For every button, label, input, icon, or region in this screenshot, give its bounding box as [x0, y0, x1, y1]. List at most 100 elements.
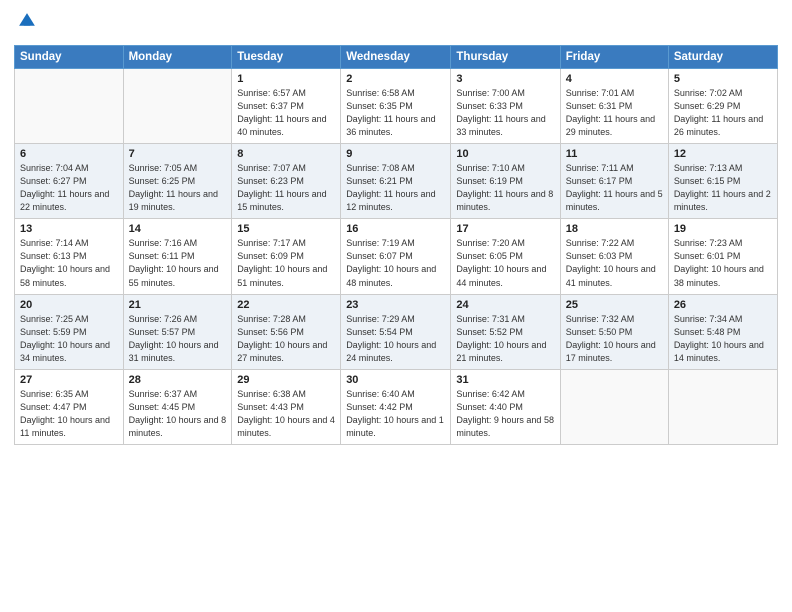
calendar-cell: 27 Sunrise: 6:35 AMSunset: 4:47 PMDayligh… — [15, 369, 124, 444]
calendar-cell: 14 Sunrise: 7:16 AMSunset: 6:11 PMDayligh… — [123, 219, 232, 294]
cell-content: Sunrise: 7:29 AMSunset: 5:54 PMDaylight:… — [346, 313, 445, 365]
cell-content: Sunrise: 7:20 AMSunset: 6:05 PMDaylight:… — [456, 237, 554, 289]
calendar-cell: 1 Sunrise: 6:57 AMSunset: 6:37 PMDaylight… — [232, 69, 341, 144]
day-number: 27 — [20, 374, 118, 386]
weekday-header: Thursday — [451, 46, 560, 69]
day-number: 13 — [20, 223, 118, 235]
calendar-week-row: 20 Sunrise: 7:25 AMSunset: 5:59 PMDayligh… — [15, 294, 778, 369]
day-number: 16 — [346, 223, 445, 235]
calendar-cell: 21 Sunrise: 7:26 AMSunset: 5:57 PMDayligh… — [123, 294, 232, 369]
calendar-cell: 25Sunrise: 7:32 AMSunset: 5:50 PMDayligh… — [560, 294, 668, 369]
weekday-header: Friday — [560, 46, 668, 69]
calendar-cell: 19 Sunrise: 7:23 AMSunset: 6:01 PMDayligh… — [668, 219, 777, 294]
calendar-cell: 3 Sunrise: 7:00 AMSunset: 6:33 PMDaylight… — [451, 69, 560, 144]
day-number: 5 — [674, 73, 772, 85]
cell-content: Sunrise: 7:14 AMSunset: 6:13 PMDaylight:… — [20, 237, 118, 289]
calendar-week-row: 1 Sunrise: 6:57 AMSunset: 6:37 PMDaylight… — [15, 69, 778, 144]
weekday-header-row: SundayMondayTuesdayWednesdayThursdayFrid… — [15, 46, 778, 69]
calendar-week-row: 27 Sunrise: 6:35 AMSunset: 4:47 PMDayligh… — [15, 369, 778, 444]
calendar-cell: 17 Sunrise: 7:20 AMSunset: 6:05 PMDayligh… — [451, 219, 560, 294]
day-number: 18 — [566, 223, 663, 235]
day-number: 11 — [566, 148, 663, 160]
day-number: 26 — [674, 299, 772, 311]
calendar-cell: 22Sunrise: 7:28 AMSunset: 5:56 PMDayligh… — [232, 294, 341, 369]
calendar-cell: 20 Sunrise: 7:25 AMSunset: 5:59 PMDayligh… — [15, 294, 124, 369]
cell-content: Sunrise: 7:17 AMSunset: 6:09 PMDaylight:… — [237, 237, 335, 289]
calendar-cell: 7 Sunrise: 7:05 AMSunset: 6:25 PMDaylight… — [123, 144, 232, 219]
day-number: 8 — [237, 148, 335, 160]
day-number: 7 — [129, 148, 227, 160]
cell-content: Sunrise: 6:42 AMSunset: 4:40 PMDaylight:… — [456, 388, 554, 440]
cell-content: Sunrise: 6:57 AMSunset: 6:37 PMDaylight:… — [237, 87, 335, 139]
cell-content: Sunrise: 7:07 AMSunset: 6:23 PMDaylight:… — [237, 162, 335, 214]
calendar-cell: 4Sunrise: 7:01 AMSunset: 6:31 PMDaylight… — [560, 69, 668, 144]
cell-content: Sunrise: 7:34 AMSunset: 5:48 PMDaylight:… — [674, 313, 772, 365]
cell-content: Sunrise: 7:19 AMSunset: 6:07 PMDaylight:… — [346, 237, 445, 289]
day-number: 19 — [674, 223, 772, 235]
cell-content: Sunrise: 7:11 AMSunset: 6:17 PMDaylight:… — [566, 162, 663, 214]
calendar-cell: 24Sunrise: 7:31 AMSunset: 5:52 PMDayligh… — [451, 294, 560, 369]
day-number: 17 — [456, 223, 554, 235]
calendar-cell — [15, 69, 124, 144]
day-number: 23 — [346, 299, 445, 311]
calendar-cell: 11 Sunrise: 7:11 AMSunset: 6:17 PMDayligh… — [560, 144, 668, 219]
calendar-cell: 10 Sunrise: 7:10 AMSunset: 6:19 PMDayligh… — [451, 144, 560, 219]
cell-content: Sunrise: 7:25 AMSunset: 5:59 PMDaylight:… — [20, 313, 118, 365]
weekday-header: Tuesday — [232, 46, 341, 69]
calendar-cell: 29Sunrise: 6:38 AMSunset: 4:43 PMDayligh… — [232, 369, 341, 444]
cell-content: Sunrise: 7:10 AMSunset: 6:19 PMDaylight:… — [456, 162, 554, 214]
cell-content: Sunrise: 7:26 AMSunset: 5:57 PMDaylight:… — [129, 313, 227, 365]
cell-content: Sunrise: 7:16 AMSunset: 6:11 PMDaylight:… — [129, 237, 227, 289]
cell-content: Sunrise: 7:08 AMSunset: 6:21 PMDaylight:… — [346, 162, 445, 214]
cell-content: Sunrise: 7:05 AMSunset: 6:25 PMDaylight:… — [129, 162, 227, 214]
calendar-cell: 8 Sunrise: 7:07 AMSunset: 6:23 PMDaylight… — [232, 144, 341, 219]
day-number: 29 — [237, 374, 335, 386]
day-number: 3 — [456, 73, 554, 85]
cell-content: Sunrise: 6:40 AMSunset: 4:42 PMDaylight:… — [346, 388, 445, 440]
day-number: 25 — [566, 299, 663, 311]
calendar-cell — [668, 369, 777, 444]
header — [14, 10, 778, 37]
calendar-cell: 18 Sunrise: 7:22 AMSunset: 6:03 PMDayligh… — [560, 219, 668, 294]
day-number: 2 — [346, 73, 445, 85]
day-number: 9 — [346, 148, 445, 160]
day-number: 20 — [20, 299, 118, 311]
calendar: SundayMondayTuesdayWednesdayThursdayFrid… — [14, 45, 778, 445]
cell-content: Sunrise: 7:23 AMSunset: 6:01 PMDaylight:… — [674, 237, 772, 289]
cell-content: Sunrise: 7:02 AMSunset: 6:29 PMDaylight:… — [674, 87, 772, 139]
weekday-header: Saturday — [668, 46, 777, 69]
cell-content: Sunrise: 7:28 AMSunset: 5:56 PMDaylight:… — [237, 313, 335, 365]
day-number: 1 — [237, 73, 335, 85]
logo — [14, 10, 40, 37]
cell-content: Sunrise: 7:00 AMSunset: 6:33 PMDaylight:… — [456, 87, 554, 139]
calendar-cell: 13 Sunrise: 7:14 AMSunset: 6:13 PMDayligh… — [15, 219, 124, 294]
calendar-week-row: 13 Sunrise: 7:14 AMSunset: 6:13 PMDayligh… — [15, 219, 778, 294]
day-number: 10 — [456, 148, 554, 160]
calendar-cell: 6 Sunrise: 7:04 AMSunset: 6:27 PMDaylight… — [15, 144, 124, 219]
day-number: 21 — [129, 299, 227, 311]
weekday-header: Monday — [123, 46, 232, 69]
logo-icon — [16, 10, 38, 32]
calendar-cell: 2Sunrise: 6:58 AMSunset: 6:35 PMDaylight… — [341, 69, 451, 144]
day-number: 6 — [20, 148, 118, 160]
calendar-cell: 26 Sunrise: 7:34 AMSunset: 5:48 PMDayligh… — [668, 294, 777, 369]
day-number: 28 — [129, 374, 227, 386]
calendar-cell: 12Sunrise: 7:13 AMSunset: 6:15 PMDayligh… — [668, 144, 777, 219]
page: SundayMondayTuesdayWednesdayThursdayFrid… — [0, 0, 792, 612]
day-number: 31 — [456, 374, 554, 386]
cell-content: Sunrise: 6:37 AMSunset: 4:45 PMDaylight:… — [129, 388, 227, 440]
calendar-week-row: 6 Sunrise: 7:04 AMSunset: 6:27 PMDaylight… — [15, 144, 778, 219]
calendar-cell — [123, 69, 232, 144]
calendar-cell: 31 Sunrise: 6:42 AMSunset: 4:40 PMDayligh… — [451, 369, 560, 444]
cell-content: Sunrise: 6:35 AMSunset: 4:47 PMDaylight:… — [20, 388, 118, 440]
day-number: 14 — [129, 223, 227, 235]
cell-content: Sunrise: 7:22 AMSunset: 6:03 PMDaylight:… — [566, 237, 663, 289]
day-number: 24 — [456, 299, 554, 311]
weekday-header: Sunday — [15, 46, 124, 69]
calendar-cell: 23 Sunrise: 7:29 AMSunset: 5:54 PMDayligh… — [341, 294, 451, 369]
calendar-cell: 9 Sunrise: 7:08 AMSunset: 6:21 PMDaylight… — [341, 144, 451, 219]
cell-content: Sunrise: 7:01 AMSunset: 6:31 PMDaylight:… — [566, 87, 663, 139]
calendar-cell: 28 Sunrise: 6:37 AMSunset: 4:45 PMDayligh… — [123, 369, 232, 444]
calendar-cell: 15Sunrise: 7:17 AMSunset: 6:09 PMDayligh… — [232, 219, 341, 294]
cell-content: Sunrise: 7:04 AMSunset: 6:27 PMDaylight:… — [20, 162, 118, 214]
